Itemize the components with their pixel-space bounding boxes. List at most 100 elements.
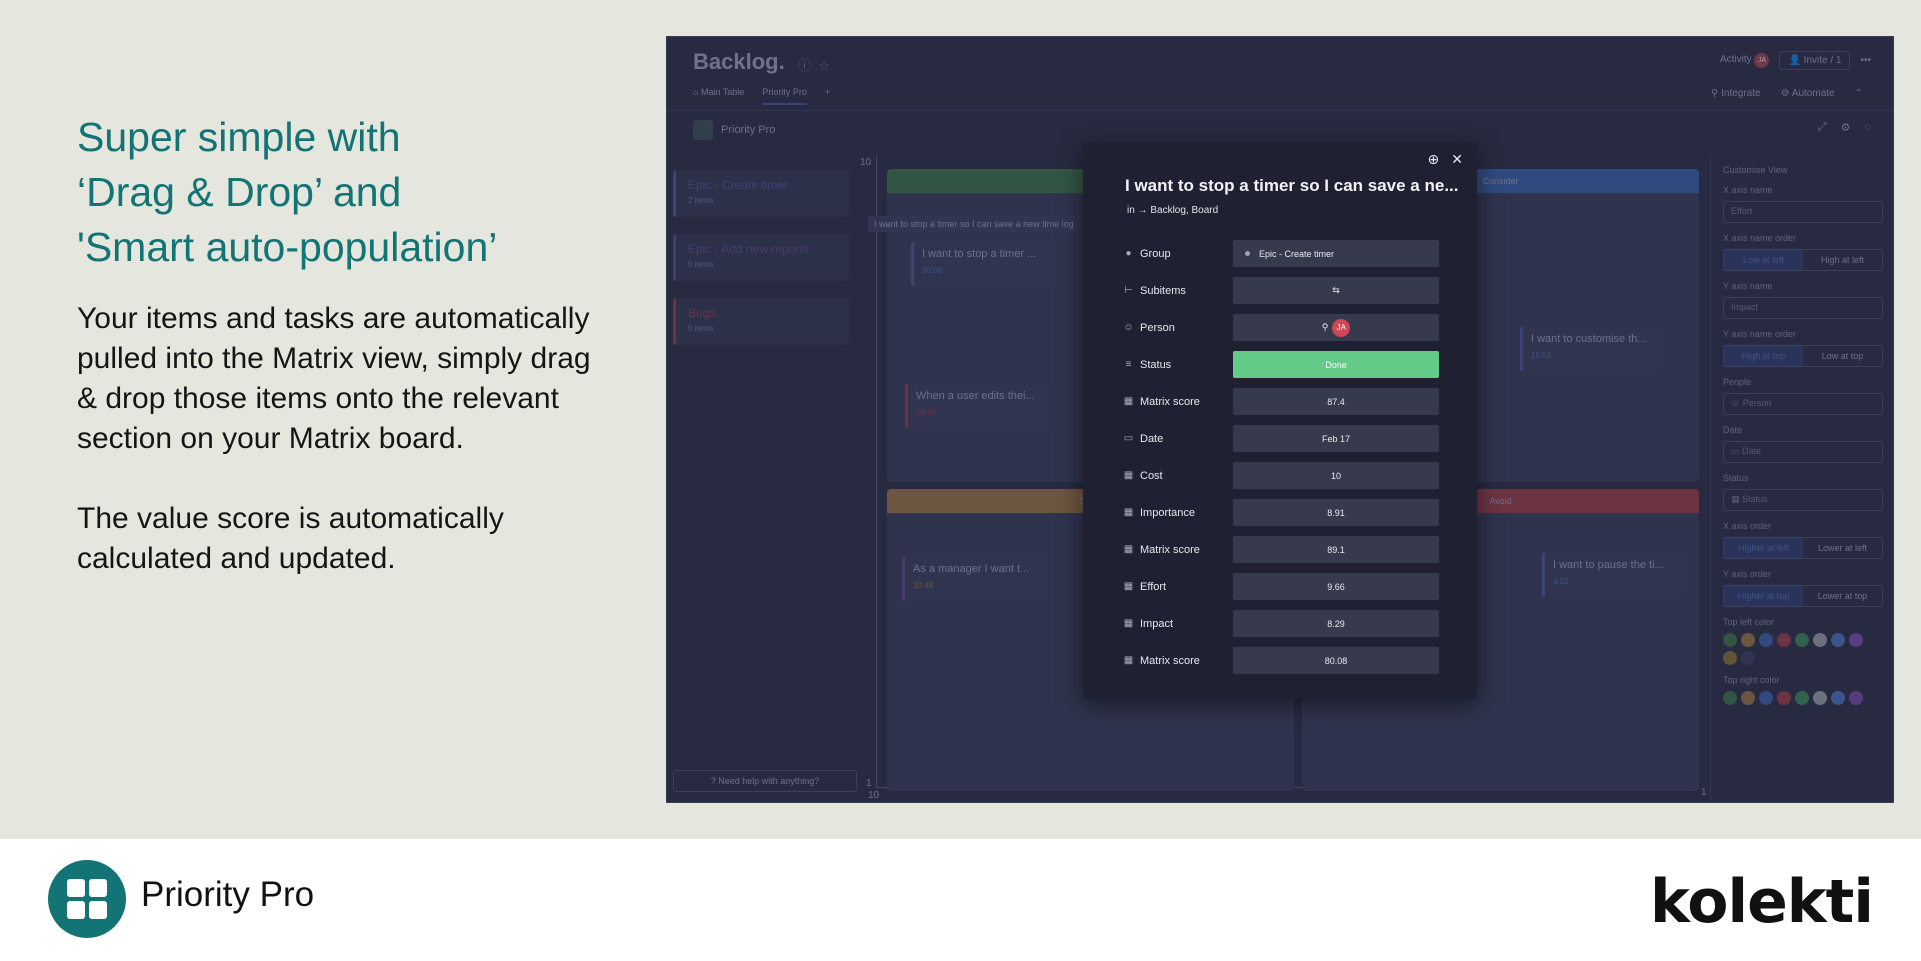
x-axis-order-label: X axis order: [1723, 521, 1772, 531]
color-swatch[interactable]: [1795, 633, 1809, 647]
matrix-score-field-value[interactable]: 89.1: [1233, 536, 1439, 563]
people-select[interactable]: ☺ Person: [1723, 393, 1883, 415]
field-label: Person: [1140, 321, 1175, 334]
group-dot-icon: ●: [1125, 248, 1132, 259]
tab-priority-pro[interactable]: Priority Pro: [762, 87, 807, 105]
item-score: 33.48: [913, 581, 934, 590]
customise-view-panel: Customise View X axis name Effort X axis…: [1710, 155, 1893, 802]
color-swatch[interactable]: [1849, 633, 1863, 647]
kolekti-logo: kolekti: [1650, 867, 1874, 937]
y-order-high-at-top[interactable]: High at top: [1724, 346, 1803, 366]
formula-icon: ▦: [1123, 396, 1134, 407]
x-order-high-at-left[interactable]: High at left: [1803, 250, 1882, 270]
color-swatch[interactable]: [1777, 691, 1791, 705]
view-header: Priority Pro: [693, 120, 775, 140]
score-paragraph: The value score is automatically calcula…: [77, 502, 504, 575]
help-button[interactable]: ? Need help with anything?: [673, 770, 857, 792]
impact-field-value[interactable]: 8.29: [1233, 610, 1439, 637]
y-axis-name-input[interactable]: Impact: [1723, 297, 1883, 319]
color-swatch[interactable]: [1813, 691, 1827, 705]
matrix-item-card[interactable]: When a user edits thei... 59.38: [905, 384, 1051, 428]
invite-button[interactable]: 👤 Invite / 1: [1779, 51, 1851, 70]
settings-icon[interactable]: ⚙: [1841, 121, 1851, 134]
add-tab-button[interactable]: +: [825, 87, 830, 105]
board-link[interactable]: Backlog, Board: [1150, 205, 1218, 216]
lower-at-top-option[interactable]: Lower at top: [1803, 586, 1882, 606]
lower-at-left-option[interactable]: Lower at left: [1803, 538, 1882, 558]
integrate-button[interactable]: ⚲ Integrate: [1711, 88, 1761, 99]
field-row-date: ▭ Date Feb 17: [1123, 425, 1439, 452]
color-swatch[interactable]: [1759, 633, 1773, 647]
matrix-score-field-value[interactable]: 87.4: [1233, 388, 1439, 415]
group-field-value[interactable]: Epic - Create timer: [1233, 240, 1439, 267]
drag-ghost-item[interactable]: I want to stop a timer so I can save a n…: [868, 216, 1080, 232]
board-title-icons: ⓘ ☆: [798, 55, 830, 74]
color-swatch[interactable]: [1723, 633, 1737, 647]
color-swatch[interactable]: [1723, 691, 1737, 705]
matrix-item-card[interactable]: As a manager I want t... 33.48: [902, 557, 1048, 601]
person-avatar: JA: [1332, 318, 1351, 337]
person-icon: 👤: [1788, 55, 1801, 66]
priority-pro-app-icon: [693, 120, 713, 140]
formula-icon: ▦: [1123, 544, 1134, 555]
color-swatch[interactable]: [1813, 633, 1827, 647]
group-card-epic-add-new-reports[interactable]: Epic - Add new reports 0 items: [673, 234, 849, 281]
brand-name: Priority Pro: [141, 875, 315, 914]
close-icon[interactable]: ✕: [1451, 151, 1463, 168]
color-swatch[interactable]: [1831, 691, 1845, 705]
person-field-value[interactable]: ⚲ JA: [1233, 314, 1439, 341]
group-card-epic-create-timer[interactable]: Epic - Create timer 2 items: [673, 170, 849, 217]
star-icon[interactable]: ☆: [818, 58, 830, 73]
status-select[interactable]: ▦ Status: [1723, 489, 1883, 511]
color-swatch[interactable]: [1831, 633, 1845, 647]
x-axis-name-input[interactable]: Effort: [1723, 201, 1883, 223]
color-swatch[interactable]: [1849, 691, 1863, 705]
updates-icon[interactable]: ⊕: [1428, 151, 1440, 168]
matrix-item-card[interactable]: I want to stop a timer ... 80.08: [911, 242, 1059, 286]
color-swatch[interactable]: [1777, 633, 1791, 647]
chat-icon[interactable]: ◌: [1864, 121, 1871, 134]
groups-column: Epic - Create timer 2 items Epic - Add n…: [673, 170, 849, 362]
status-lines-icon: ≡: [1125, 359, 1132, 370]
info-icon[interactable]: ⓘ: [798, 58, 811, 73]
view-name: Priority Pro: [721, 124, 776, 136]
more-icon[interactable]: •••: [1860, 55, 1871, 66]
panel-title: Customise View: [1723, 165, 1788, 175]
tab-main-table[interactable]: ⌂ Main Table: [693, 87, 744, 105]
status-icon: ▦: [1731, 494, 1740, 504]
item-title: I want to customise th...: [1531, 333, 1647, 345]
color-swatch[interactable]: [1759, 691, 1773, 705]
color-swatch[interactable]: [1741, 651, 1755, 665]
item-detail-modal: ⊕ ✕ I want to stop a timer so I can save…: [1083, 143, 1477, 698]
field-label: Matrix score: [1140, 543, 1200, 556]
add-person-icon: ⚲: [1321, 322, 1329, 332]
cost-field-value[interactable]: 10: [1233, 462, 1439, 489]
matrix-item-card[interactable]: I want to customise th... 16.54: [1520, 327, 1662, 371]
field-label: Impact: [1140, 617, 1174, 630]
field-row-importance: ▦ Importance 8.91: [1123, 499, 1439, 526]
higher-at-left-option[interactable]: Higher at left: [1724, 538, 1803, 558]
effort-field-value[interactable]: 9.66: [1233, 573, 1439, 600]
color-swatch[interactable]: [1741, 633, 1755, 647]
status-field-value[interactable]: Done: [1233, 351, 1439, 378]
group-card-bugs[interactable]: Bugs 0 items: [673, 298, 849, 345]
collapse-icon[interactable]: ⌃: [1855, 88, 1863, 99]
item-score: 59.38: [916, 408, 937, 417]
status-label: Status: [1723, 473, 1749, 483]
color-swatch[interactable]: [1795, 691, 1809, 705]
y-order-low-at-top[interactable]: Low at top: [1803, 346, 1882, 366]
matrix-score-field-value[interactable]: 80.08: [1233, 647, 1439, 674]
subitems-field-value[interactable]: ⇆: [1233, 277, 1439, 304]
matrix-item-card[interactable]: I want to pause the ti... 4.22: [1542, 553, 1684, 597]
higher-at-top-option[interactable]: Higher at top: [1724, 586, 1803, 606]
color-swatch[interactable]: [1723, 651, 1737, 665]
field-row-subitems: ⊢ Subitems ⇆: [1123, 277, 1439, 304]
activity-button[interactable]: Activity JA: [1720, 53, 1770, 68]
importance-field-value[interactable]: 8.91: [1233, 499, 1439, 526]
date-select[interactable]: ▭ Date: [1723, 441, 1883, 463]
date-field-value[interactable]: Feb 17: [1233, 425, 1439, 452]
automate-button[interactable]: ⚙ Automate: [1781, 88, 1835, 99]
fullscreen-icon[interactable]: ⤢: [1818, 121, 1827, 134]
color-swatch[interactable]: [1741, 691, 1755, 705]
x-order-low-at-left[interactable]: Low at left: [1724, 250, 1803, 270]
